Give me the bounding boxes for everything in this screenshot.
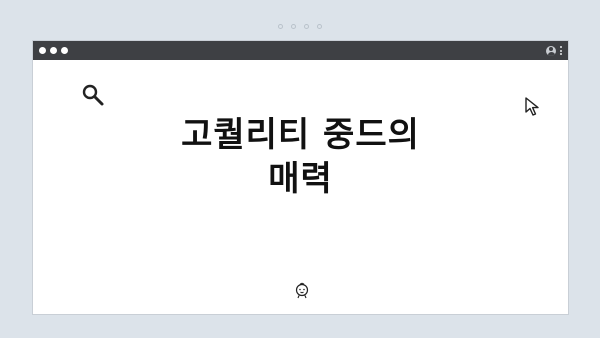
user-icon[interactable] <box>546 45 556 56</box>
minimize-window-button[interactable] <box>50 47 57 54</box>
window-titlebar <box>33 41 568 60</box>
maximize-window-button[interactable] <box>61 47 68 54</box>
pager-dot[interactable] <box>291 24 296 29</box>
baby-icon <box>295 282 309 299</box>
window-controls <box>39 47 68 54</box>
browser-window: 고퀄리티 중드의 매력 <box>32 40 569 315</box>
pager-dot[interactable] <box>278 24 283 29</box>
pager-dot[interactable] <box>317 24 322 29</box>
pagination-dots <box>0 24 600 29</box>
more-vertical-icon[interactable] <box>560 46 562 55</box>
page-title: 고퀄리티 중드의 매력 <box>33 113 568 201</box>
titlebar-actions <box>546 45 562 56</box>
close-window-button[interactable] <box>39 47 46 54</box>
pager-dot[interactable] <box>304 24 309 29</box>
search-icon <box>82 84 104 106</box>
page-title-line-1: 고퀄리티 중드의 <box>181 115 420 155</box>
page-title-line-2: 매력 <box>268 159 333 199</box>
